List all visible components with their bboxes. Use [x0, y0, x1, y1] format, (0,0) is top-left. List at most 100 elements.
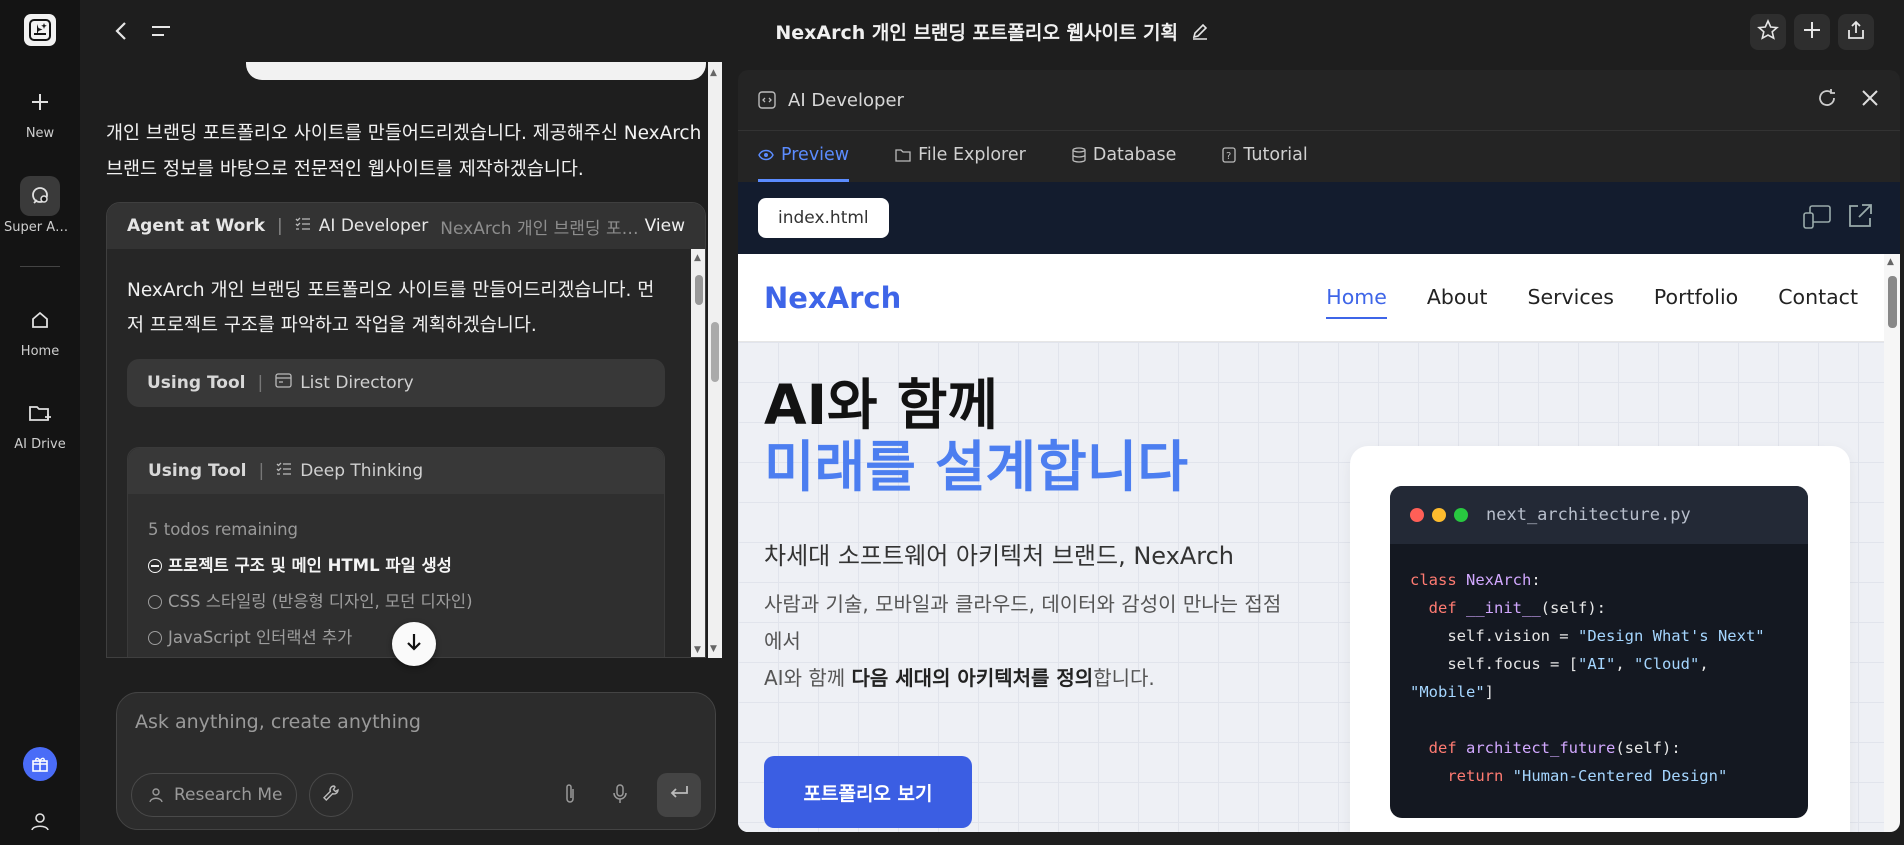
research-me-label: Research Me: [174, 785, 283, 805]
user-icon[interactable]: [27, 808, 53, 834]
rail-super-agent[interactable]: Super Agent: [0, 176, 80, 235]
code-window: next_architecture.py class NexArch: def …: [1390, 486, 1808, 818]
top-header: NexArch 개인 브랜딩 포트폴리오 웹사이트 기획: [80, 0, 1904, 62]
site-nav-links: Home About Services Portfolio Contact: [1326, 277, 1858, 319]
home-icon: [20, 300, 60, 340]
left-rail: New Super Agent Home AI Drive: [0, 0, 80, 845]
tool-use-list-directory[interactable]: Using Tool | List Directory: [127, 359, 665, 407]
ai-developer-panel: AI Developer Preview File Explorer Datab…: [738, 70, 1900, 832]
pending-circle-icon: [148, 631, 162, 645]
hero-heading-line2: 미래를 설계합니다: [764, 435, 1188, 499]
hero-description: 사람과 기술, 모바일과 클라우드, 데이터와 감성이 만나는 접점에서 AI와…: [764, 592, 1282, 690]
plus-icon: [20, 82, 60, 122]
chat-input-placeholder[interactable]: Ask anything, create anything: [135, 711, 421, 733]
hero-heading-line1: AI와 함께: [764, 373, 998, 437]
responsive-view-icon[interactable]: [1802, 204, 1832, 230]
svg-text:?: ?: [1226, 151, 1231, 162]
chat-input-box[interactable]: Ask anything, create anything Research M…: [116, 692, 716, 830]
agent-status: Agent at Work: [127, 216, 266, 236]
rail-divider: [20, 266, 60, 267]
share-icon: [1846, 20, 1866, 44]
folder-icon: [20, 393, 60, 433]
chat-scrollbar[interactable]: ▲ ▼: [708, 62, 722, 658]
tools-button[interactable]: [309, 773, 353, 817]
view-button[interactable]: View: [645, 216, 685, 236]
tool-use-deep-thinking: Using Tool | Deep Thinking 5 todos remai…: [127, 447, 665, 657]
refresh-icon[interactable]: [1816, 87, 1838, 114]
chat-column: 개인 브랜딩 포트폴리오 사이트를 만들어드리겠습니다. 제공해주신 NexAr…: [80, 62, 726, 845]
rail-new[interactable]: New: [0, 82, 80, 141]
code-filename: next_architecture.py: [1486, 505, 1691, 525]
maximize-dot-icon: [1454, 508, 1468, 522]
code-snippet: class NexArch: def __init__(self): self.…: [1410, 571, 1765, 785]
preview-scrollbar[interactable]: ▲: [1884, 254, 1900, 832]
file-chip[interactable]: index.html: [758, 198, 889, 238]
enter-icon: [668, 784, 690, 806]
tab-preview[interactable]: Preview: [758, 130, 850, 182]
hero-subtitle: 차세대 소프트웨어 아키텍처 브랜드, NexArch: [764, 542, 1235, 570]
panel-tabs: Preview File Explorer Database ? Tutoria…: [738, 130, 1900, 182]
nav-contact[interactable]: Contact: [1778, 277, 1858, 319]
todos-remaining: 5 todos remaining: [148, 520, 299, 539]
star-button[interactable]: [1750, 14, 1786, 50]
agent-message: NexArch 개인 브랜딩 포트폴리오 사이트를 만들어드리겠습니다. 먼저 …: [127, 280, 655, 336]
in-progress-icon: [148, 559, 162, 573]
code-card: next_architecture.py class NexArch: def …: [1350, 446, 1850, 832]
rail-super-agent-label: Super Agent: [4, 220, 76, 235]
rail-ai-drive[interactable]: AI Drive: [0, 393, 80, 452]
directory-icon: [275, 373, 292, 393]
todo-item-in-progress: 프로젝트 구조 및 메인 HTML 파일 생성: [148, 548, 644, 584]
portfolio-button[interactable]: 포트폴리오 보기: [764, 756, 972, 828]
edit-pencil-icon[interactable]: [1191, 22, 1209, 45]
agent-card-scrollbar[interactable]: ▲ ▼: [691, 249, 705, 657]
agent-work-card: Agent at Work | AI Developer NexArch 개인 …: [106, 202, 706, 658]
checklist-icon: [276, 461, 292, 482]
arrow-down-icon: [405, 632, 423, 656]
share-button[interactable]: [1838, 14, 1874, 50]
nav-portfolio[interactable]: Portfolio: [1654, 277, 1738, 319]
page-title-text: NexArch 개인 브랜딩 포트폴리오 웹사이트 기획: [775, 22, 1179, 44]
tab-file-explorer[interactable]: File Explorer: [895, 130, 1026, 182]
app-logo-icon[interactable]: [24, 14, 56, 46]
tool-name: List Directory: [300, 373, 414, 393]
rail-ai-drive-label: AI Drive: [14, 437, 66, 452]
site-logo[interactable]: NexArch: [764, 281, 901, 315]
close-icon[interactable]: [1860, 88, 1880, 113]
rail-home[interactable]: Home: [0, 300, 80, 359]
tab-database[interactable]: Database: [1072, 130, 1176, 182]
close-dot-icon: [1410, 508, 1424, 522]
plus-icon: [1802, 20, 1822, 44]
nav-services[interactable]: Services: [1527, 277, 1613, 319]
open-external-icon[interactable]: [1846, 202, 1874, 230]
nav-about[interactable]: About: [1427, 277, 1488, 319]
super-agent-icon: [20, 176, 60, 216]
panel-header: AI Developer: [738, 70, 1900, 130]
website-preview: NexArch Home About Services Portfolio Co…: [738, 254, 1884, 832]
microphone-icon[interactable]: [611, 783, 629, 805]
research-me-button[interactable]: Research Me: [131, 773, 297, 817]
user-message-bubble: [246, 62, 706, 80]
paperclip-icon[interactable]: [563, 783, 577, 805]
new-tab-button[interactable]: [1794, 14, 1830, 50]
nav-home[interactable]: Home: [1326, 277, 1387, 319]
agent-name: AI Developer: [318, 216, 429, 236]
file-bar: index.html: [738, 182, 1900, 254]
gift-icon[interactable]: [23, 747, 57, 781]
agent-card-body: NexArch 개인 브랜딩 포트폴리오 사이트를 만들어드리겠습니다. 먼저 …: [107, 249, 691, 657]
rail-home-label: Home: [20, 344, 60, 359]
tool-box-header[interactable]: Using Tool | Deep Thinking: [128, 448, 664, 494]
person-icon: [148, 787, 164, 803]
tool-name: Deep Thinking: [300, 461, 424, 481]
star-icon: [1757, 19, 1779, 45]
hero-section: AI와 함께 미래를 설계합니다 차세대 소프트웨어 아키텍처 브랜드, Nex…: [738, 342, 1884, 832]
help-icon: ?: [1222, 146, 1237, 163]
pending-circle-icon: [148, 595, 162, 609]
send-button[interactable]: [657, 773, 701, 817]
rail-new-label: New: [25, 126, 55, 141]
wrench-icon: [322, 784, 340, 806]
scroll-to-bottom-button[interactable]: [392, 622, 436, 666]
eye-icon: [758, 149, 774, 161]
code-window-icon: [758, 91, 776, 109]
tab-tutorial[interactable]: ? Tutorial: [1222, 130, 1308, 182]
agent-card-header: Agent at Work | AI Developer NexArch 개인 …: [107, 203, 705, 249]
